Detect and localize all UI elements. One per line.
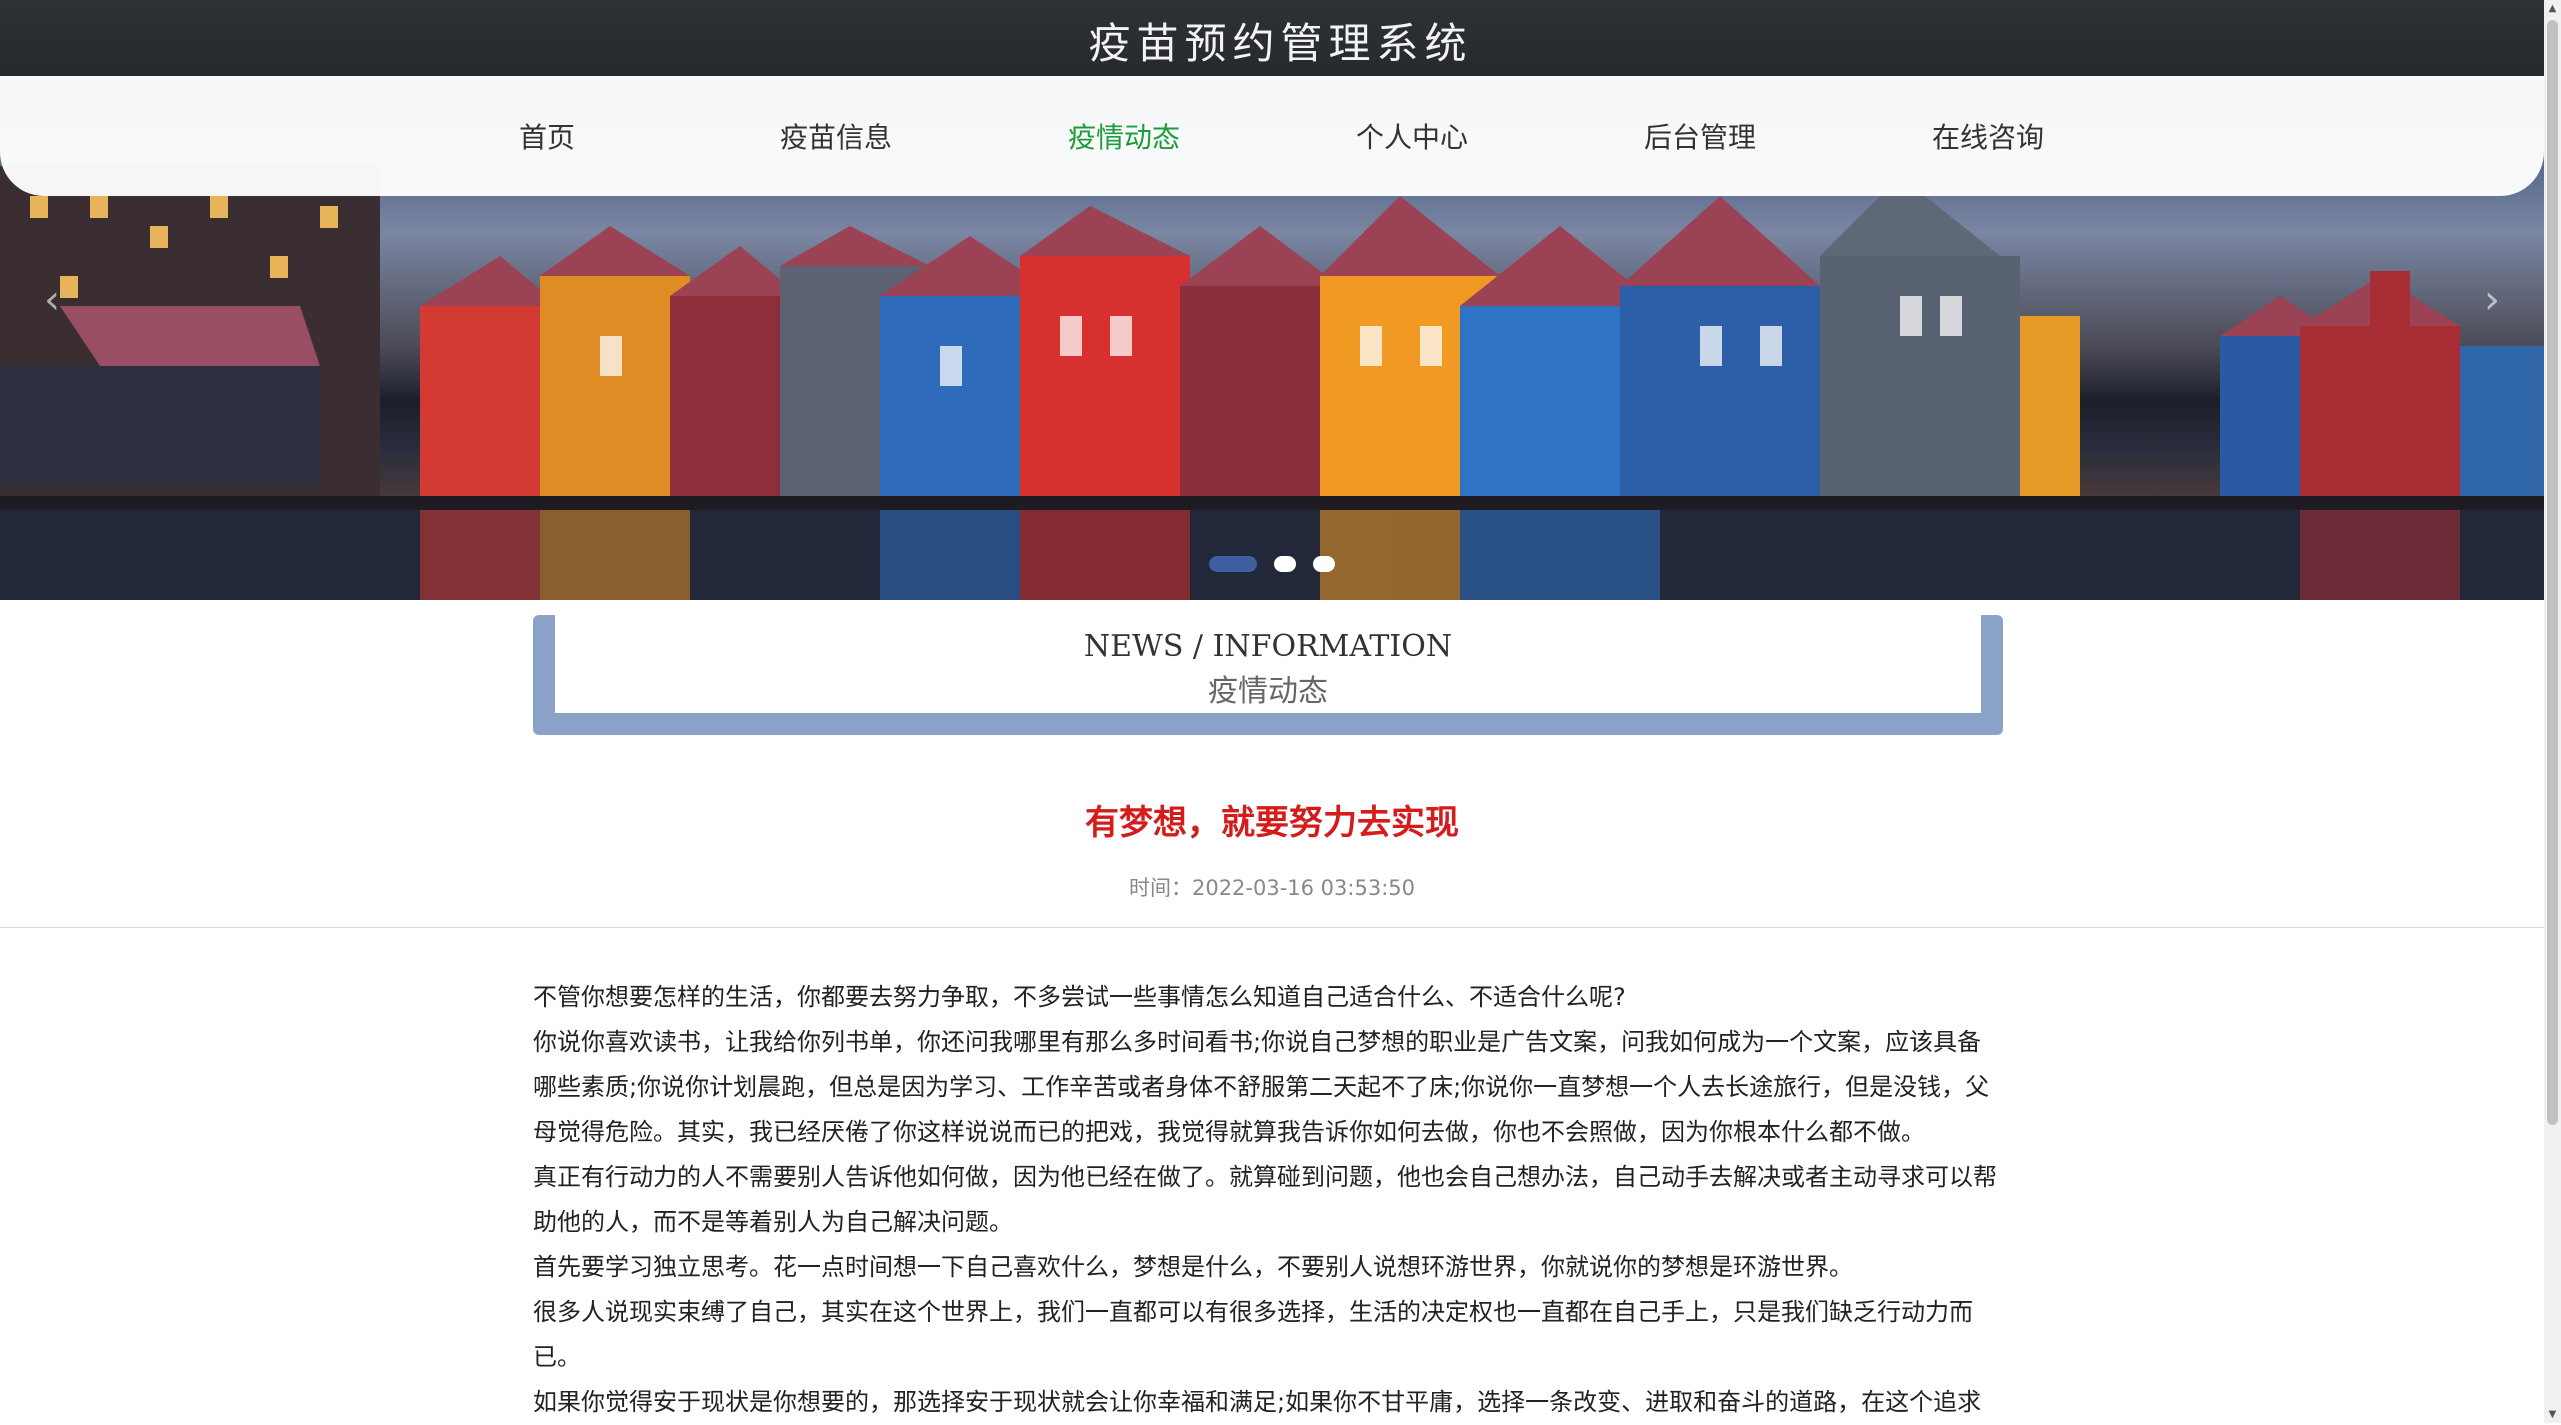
page-scrollbar[interactable]: ▲ ▼ [2544, 0, 2561, 1423]
section-title-en: NEWS / INFORMATION [1083, 629, 1453, 664]
article-paragraph: 不管你想要怎样的生活，你都要去努力争取，不多尝试一些事情怎么知道自己适合什么、不… [533, 983, 1626, 1011]
site-title: 疫苗预约管理系统 [1088, 19, 1473, 68]
divider [0, 927, 2544, 928]
article-paragraph: 你说你喜欢读书，让我给你列书单，你还问我哪里有那么多时间看书;你说自己梦想的职业… [533, 1028, 1990, 1146]
article-paragraph: 真正有行动力的人不需要别人告诉他如何做，因为他已经在做了。就算碰到问题，他也会自… [533, 1163, 1997, 1236]
scroll-up-icon[interactable]: ▲ [2544, 0, 2561, 17]
carousel-dot-3[interactable] [1313, 555, 1336, 572]
article-paragraph: 很多人说现实束缚了自己，其实在这个世界上，我们一直都可以有很多选择，生活的决定权… [533, 1298, 1973, 1371]
carousel-dot-2[interactable] [1274, 555, 1296, 572]
title-bar: 疫苗预约管理系统 [0, 0, 2561, 76]
nav-item-vaccine-info[interactable]: 疫苗信息 [780, 116, 892, 156]
nav-item-online-consult[interactable]: 在线咨询 [1932, 116, 2044, 156]
article-paragraph: 首先要学习独立思考。花一点时间想一下自己喜欢什么，梦想是什么，不要别人说想环游世… [533, 1253, 1853, 1281]
nav-item-home[interactable]: 首页 [519, 116, 575, 156]
section-heading: NEWS / INFORMATION 疫情动态 [533, 615, 2003, 735]
nav-item-personal-center[interactable]: 个人中心 [1356, 116, 1468, 156]
carousel-prev-icon[interactable]: ‹ [30, 270, 74, 330]
nav-item-epidemic-news[interactable]: 疫情动态 [1068, 116, 1180, 156]
scroll-thumb[interactable] [2547, 20, 2558, 1125]
carousel-dot-1[interactable] [1208, 555, 1257, 572]
article-content: 不管你想要怎样的生活，你都要去努力争取，不多尝试一些事情怎么知道自己适合什么、不… [533, 975, 2003, 1425]
section-heading-inner: NEWS / INFORMATION 疫情动态 [555, 615, 1981, 713]
carousel-dots [0, 553, 2544, 572]
article-title: 有梦想，就要努力去实现 [1085, 803, 1459, 843]
nav-item-admin[interactable]: 后台管理 [1644, 116, 1756, 156]
article-time: 时间：2022-03-16 03:53:50 [1128, 876, 1416, 900]
section-title-cn: 疫情动态 [1208, 674, 1328, 709]
carousel-next-icon[interactable]: › [2470, 270, 2514, 330]
article-paragraph: 如果你觉得安于现状是你想要的，那选择安于现状就会让你幸福和满足;如果你不甘平庸，… [533, 1388, 1982, 1416]
scroll-down-icon[interactable]: ▼ [2544, 1406, 2561, 1423]
main-nav: 首页 疫苗信息 疫情动态 个人中心 后台管理 在线咨询 [0, 76, 2544, 196]
